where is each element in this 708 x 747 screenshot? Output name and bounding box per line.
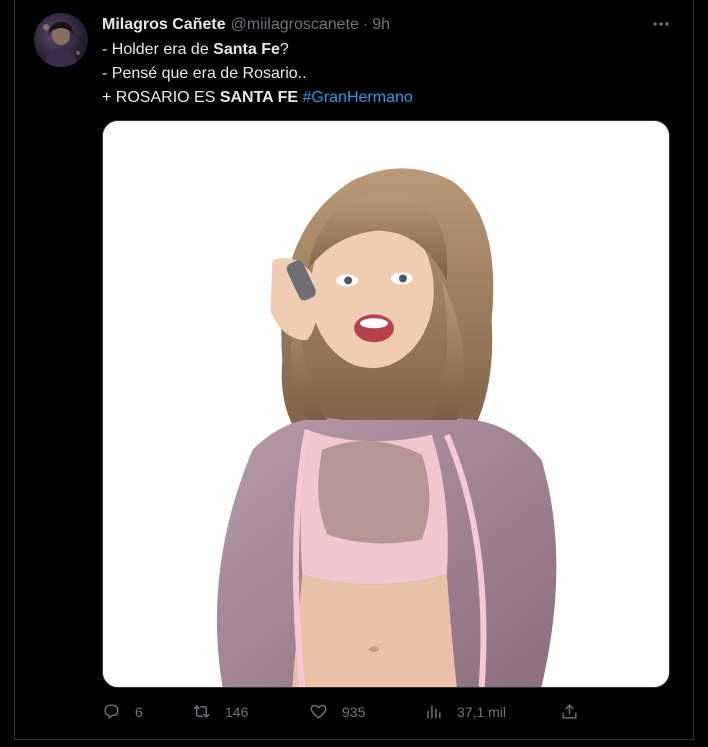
views-button[interactable]: 37,1 mil: [424, 702, 506, 721]
tweet-line-3: + ROSARIO ES SANTA FE #GranHermano: [102, 86, 413, 110]
like-button[interactable]: 935: [309, 702, 365, 721]
avatar[interactable]: [34, 13, 88, 67]
tweet-media-image[interactable]: [102, 120, 670, 688]
retweet-button[interactable]: 146: [192, 702, 248, 721]
share-button[interactable]: [560, 702, 579, 721]
tweet-time[interactable]: 9h: [372, 16, 390, 34]
separator-dot: ·: [362, 16, 369, 33]
views-count: 37,1 mil: [457, 703, 507, 720]
reply-button[interactable]: 6: [102, 702, 143, 721]
like-count: 935: [342, 703, 366, 720]
display-name[interactable]: Milagros Cañete: [102, 16, 226, 34]
tweet-text: - Holder era de Santa Fe? - Pensé que er…: [102, 38, 413, 110]
tweet-header: Milagros Cañete @miilagroscanete · 9h: [102, 14, 390, 36]
hashtag-link[interactable]: #GranHermano: [302, 89, 412, 106]
retweet-icon: [193, 705, 210, 718]
tweet-card[interactable]: Milagros Cañete @miilagroscanete · 9h - …: [14, 0, 694, 740]
more-options-button[interactable]: [649, 12, 673, 36]
tweet-line-1-bold: Santa Fe: [213, 41, 280, 58]
tweet-line-1-suffix: ?: [279, 41, 289, 58]
views-icon: [427, 705, 441, 719]
reply-count: 6: [135, 703, 143, 720]
share-icon: [562, 704, 577, 719]
reply-icon: [104, 704, 119, 719]
avatar-image: [43, 21, 80, 67]
tweet-line-1-text: - Holder era de: [102, 41, 214, 58]
tweet-actions-bar: 6 146 935 37,1 mil: [102, 700, 582, 728]
heart-icon: [310, 704, 327, 719]
retweet-count: 146: [225, 703, 249, 720]
tweet-line-1: - Holder era de Santa Fe?: [102, 38, 413, 62]
tweet-line-2-text: - Pensé que era de Rosario..: [102, 65, 307, 82]
photo-illustration: [103, 121, 669, 687]
tweet-line-2: - Pensé que era de Rosario..: [102, 62, 413, 86]
tweet-line-3-text: + ROSARIO ES: [102, 89, 220, 106]
user-handle[interactable]: @miilagroscanete: [231, 16, 359, 34]
more-horizontal-icon: [653, 22, 669, 26]
tweet-line-3-bold: SANTA FE: [219, 89, 299, 106]
